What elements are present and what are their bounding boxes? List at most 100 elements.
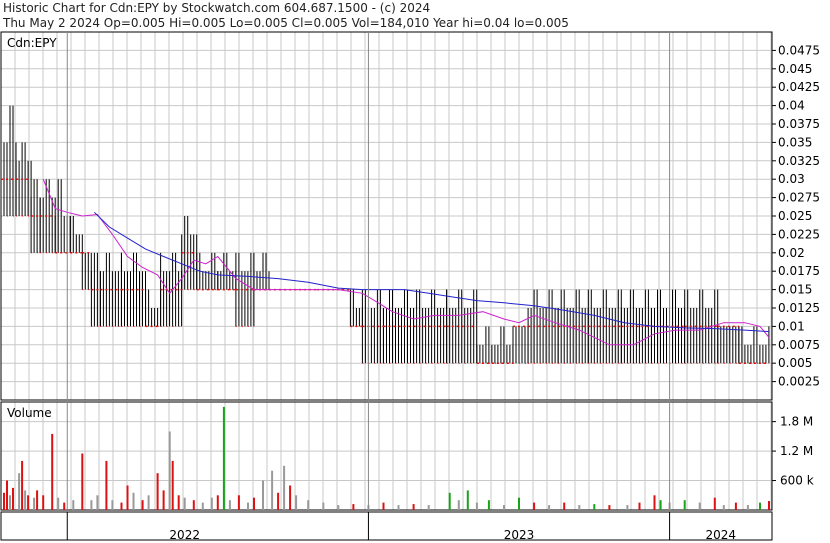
volume-bar <box>192 500 195 510</box>
price-y-tick-label: 0.035 <box>778 135 812 149</box>
price-y-tick-label: 0.045 <box>778 62 812 76</box>
volume-panel-title: Volume <box>7 406 52 420</box>
volume-bar <box>36 490 39 510</box>
volume-bar <box>698 502 701 510</box>
volume-bar <box>518 497 520 510</box>
volume-bar <box>283 465 286 510</box>
volume-bar <box>201 502 204 510</box>
stock-chart: Historic Chart for Cdn:EPY by Stockwatch… <box>0 0 830 543</box>
x-tick-label: 2022 <box>169 528 200 542</box>
volume-bar <box>397 505 400 510</box>
price-y-tick-label: 0.015 <box>778 283 812 297</box>
price-y-tick-label: 0.01 <box>778 319 805 333</box>
volume-bar <box>177 495 180 510</box>
volume-bar <box>51 433 54 510</box>
volume-bar <box>171 460 174 510</box>
volume-bar <box>337 505 340 510</box>
volume-bar <box>18 473 21 510</box>
volume-bar <box>126 485 129 510</box>
header-line-1: Historic Chart for Cdn:EPY by Stockwatch… <box>3 1 430 15</box>
volume-bar <box>466 490 469 510</box>
price-y-tick-label: 0.04 <box>778 99 805 113</box>
price-y-tick-label: 0.005 <box>778 356 812 370</box>
x-tick-label: 2024 <box>706 528 737 542</box>
volume-bar <box>33 497 36 510</box>
volume-bar <box>503 505 505 510</box>
volume-bar <box>277 492 280 510</box>
price-y-tick-label: 0.0475 <box>778 43 820 57</box>
volume-bar <box>63 502 66 510</box>
volume-bar <box>96 495 99 510</box>
volume-bar <box>72 500 75 510</box>
volume-bar <box>27 495 30 510</box>
volume-bar <box>237 495 240 510</box>
volume-y-tick-label: 1.2 M <box>780 444 813 458</box>
volume-bar <box>6 480 8 510</box>
volume-bar <box>247 502 249 510</box>
volume-bar <box>156 473 159 510</box>
volume-bar <box>183 497 186 510</box>
volume-bar <box>457 500 460 510</box>
volume-bar <box>132 492 135 510</box>
volume-bar <box>427 505 430 510</box>
volume-bar <box>322 502 325 510</box>
volume-bar <box>141 500 144 510</box>
volume-bar <box>21 460 24 510</box>
price-y-tick-label: 0.0225 <box>778 227 820 241</box>
volume-bar <box>626 505 629 510</box>
price-y-tick-label: 0.02 <box>778 246 805 260</box>
volume-bar <box>768 501 770 510</box>
volume-bar <box>713 497 716 510</box>
price-y-tick-label: 0.0175 <box>778 264 820 278</box>
price-y-tick-label: 0.0125 <box>778 301 820 315</box>
volume-bar <box>653 495 656 510</box>
volume-bar <box>222 406 225 510</box>
volume-bar <box>352 504 355 510</box>
price-y-tick-label: 0.025 <box>778 209 812 223</box>
volume-bar <box>57 497 60 510</box>
volume-bar <box>448 492 451 510</box>
volume-bar <box>262 480 264 510</box>
volume-bar <box>289 485 292 510</box>
price-y-tick-label: 0.0025 <box>778 375 820 389</box>
volume-bar <box>578 505 581 510</box>
price-y-tick-label: 0.0375 <box>778 117 820 131</box>
x-tick-label: 2023 <box>504 528 535 542</box>
volume-bar <box>307 500 310 510</box>
volume-bar <box>638 502 641 510</box>
price-y-tick-label: 0.0075 <box>778 338 820 352</box>
volume-bar <box>210 497 213 510</box>
volume-bar <box>548 505 551 510</box>
volume-bar <box>120 502 123 510</box>
volume-bar <box>759 502 761 510</box>
volume-y-tick-label: 600 k <box>780 474 814 488</box>
price-panel-title: Cdn:EPY <box>7 36 57 50</box>
price-y-tick-label: 0.0425 <box>778 80 820 94</box>
volume-bar <box>563 502 566 510</box>
volume-bar <box>659 500 662 510</box>
volume-bar <box>271 470 274 510</box>
volume-bar <box>533 502 536 510</box>
volume-bar <box>81 453 84 510</box>
volume-bar <box>24 490 27 510</box>
volume-bar <box>487 500 490 510</box>
volume-bar <box>412 504 415 510</box>
header-line-2: Thu May 2 2024 Op=0.005 Hi=0.005 Lo=0.00… <box>2 16 569 30</box>
volume-bar <box>722 505 725 510</box>
price-y-tick-label: 0.03 <box>778 172 805 186</box>
volume-bar <box>3 492 5 510</box>
volume-bar <box>90 500 93 510</box>
volume-bar <box>111 500 114 510</box>
volume-bar <box>162 490 165 510</box>
volume-bar <box>746 505 749 510</box>
volume-bar <box>42 495 45 510</box>
volume-bar <box>253 497 255 510</box>
volume-bar <box>216 495 219 510</box>
volume-bar <box>105 460 108 510</box>
price-y-tick-label: 0.0275 <box>778 191 820 205</box>
volume-bar <box>683 500 686 510</box>
volume-bar <box>228 500 231 510</box>
volume-bar <box>168 431 171 510</box>
volume-bar <box>593 504 596 510</box>
volume-bar <box>382 502 385 510</box>
